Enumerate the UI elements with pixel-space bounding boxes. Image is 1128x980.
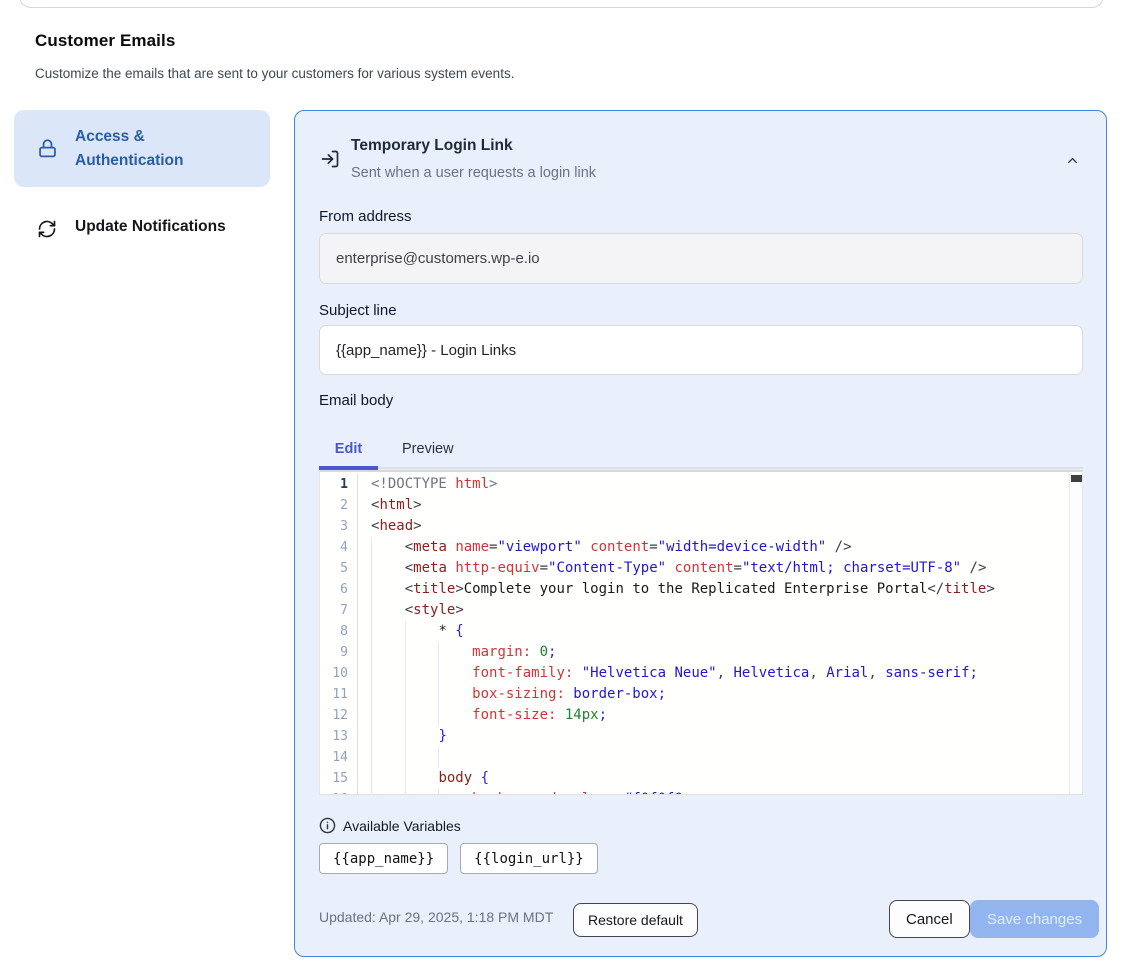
tab-edit[interactable]: Edit xyxy=(319,430,378,467)
code-line: <!DOCTYPE html> xyxy=(359,474,1069,495)
code-line: <title>Complete your login to the Replic… xyxy=(359,579,1069,600)
sidebar-item-label: Update Notifications xyxy=(75,218,226,236)
subject-line-input[interactable] xyxy=(319,325,1083,375)
code-line: font-family: "Helvetica Neue", Helvetica… xyxy=(359,663,1069,684)
sidebar-item-access-authentication[interactable]: Access & Authentication xyxy=(14,110,270,187)
restore-default-button[interactable]: Restore default xyxy=(573,903,698,937)
sidebar-item-update-notifications[interactable]: Update Notifications xyxy=(14,211,270,247)
available-variables-row: Available Variables xyxy=(319,817,461,834)
tab-preview[interactable]: Preview xyxy=(378,430,478,467)
variable-chips: {{app_name}} {{login_url}} xyxy=(319,843,598,874)
panel-title: Temporary Login Link xyxy=(351,137,513,155)
code-line: * { xyxy=(359,621,1069,642)
page-subtitle: Customize the emails that are sent to yo… xyxy=(35,66,514,81)
save-changes-button[interactable]: Save changes xyxy=(970,900,1099,938)
panel-subtitle: Sent when a user requests a login link xyxy=(351,165,596,181)
editor-gutter: 12345678910111213141516 xyxy=(320,474,358,794)
scrollbar-thumb[interactable] xyxy=(1071,475,1082,482)
info-icon[interactable] xyxy=(319,817,336,834)
code-line: font-size: 14px; xyxy=(359,705,1069,726)
code-line: box-sizing: border-box; xyxy=(359,684,1069,705)
code-editor[interactable]: 12345678910111213141516 <!DOCTYPE html><… xyxy=(319,470,1083,795)
previous-section-edge xyxy=(19,0,1104,8)
updated-timestamp: Updated: Apr 29, 2025, 1:18 PM MDT xyxy=(319,909,553,925)
code-lines: <!DOCTYPE html><html><head> <meta name="… xyxy=(359,474,1069,794)
code-line: <head> xyxy=(359,516,1069,537)
from-address-label: From address xyxy=(319,208,412,225)
sidebar-item-label: Access & Authentication xyxy=(75,125,225,173)
code-line: } xyxy=(359,726,1069,747)
editor-tabbar: Edit Preview xyxy=(319,430,1083,469)
variable-chip-login-url[interactable]: {{login_url}} xyxy=(460,843,598,874)
subject-line-label: Subject line xyxy=(319,302,397,319)
editor-scrollbar[interactable] xyxy=(1069,474,1082,794)
login-icon xyxy=(320,149,340,169)
collapse-button[interactable] xyxy=(1058,146,1086,174)
code-line: <style> xyxy=(359,600,1069,621)
code-line xyxy=(359,747,1069,768)
code-line: body { xyxy=(359,768,1069,789)
page-title: Customer Emails xyxy=(35,31,175,51)
code-line: <meta http-equiv="Content-Type" content=… xyxy=(359,558,1069,579)
email-body-label: Email body xyxy=(319,392,393,409)
code-line: <html> xyxy=(359,495,1069,516)
code-line: margin: 0; xyxy=(359,642,1069,663)
code-line: background-color: #f0f0f0; xyxy=(359,789,1069,795)
cancel-button[interactable]: Cancel xyxy=(889,900,970,938)
from-address-input[interactable] xyxy=(319,233,1083,284)
variable-chip-app-name[interactable]: {{app_name}} xyxy=(319,843,448,874)
available-variables-label: Available Variables xyxy=(343,818,461,834)
chevron-up-icon xyxy=(1065,153,1080,168)
code-line: <meta name="viewport" content="width=dev… xyxy=(359,537,1069,558)
